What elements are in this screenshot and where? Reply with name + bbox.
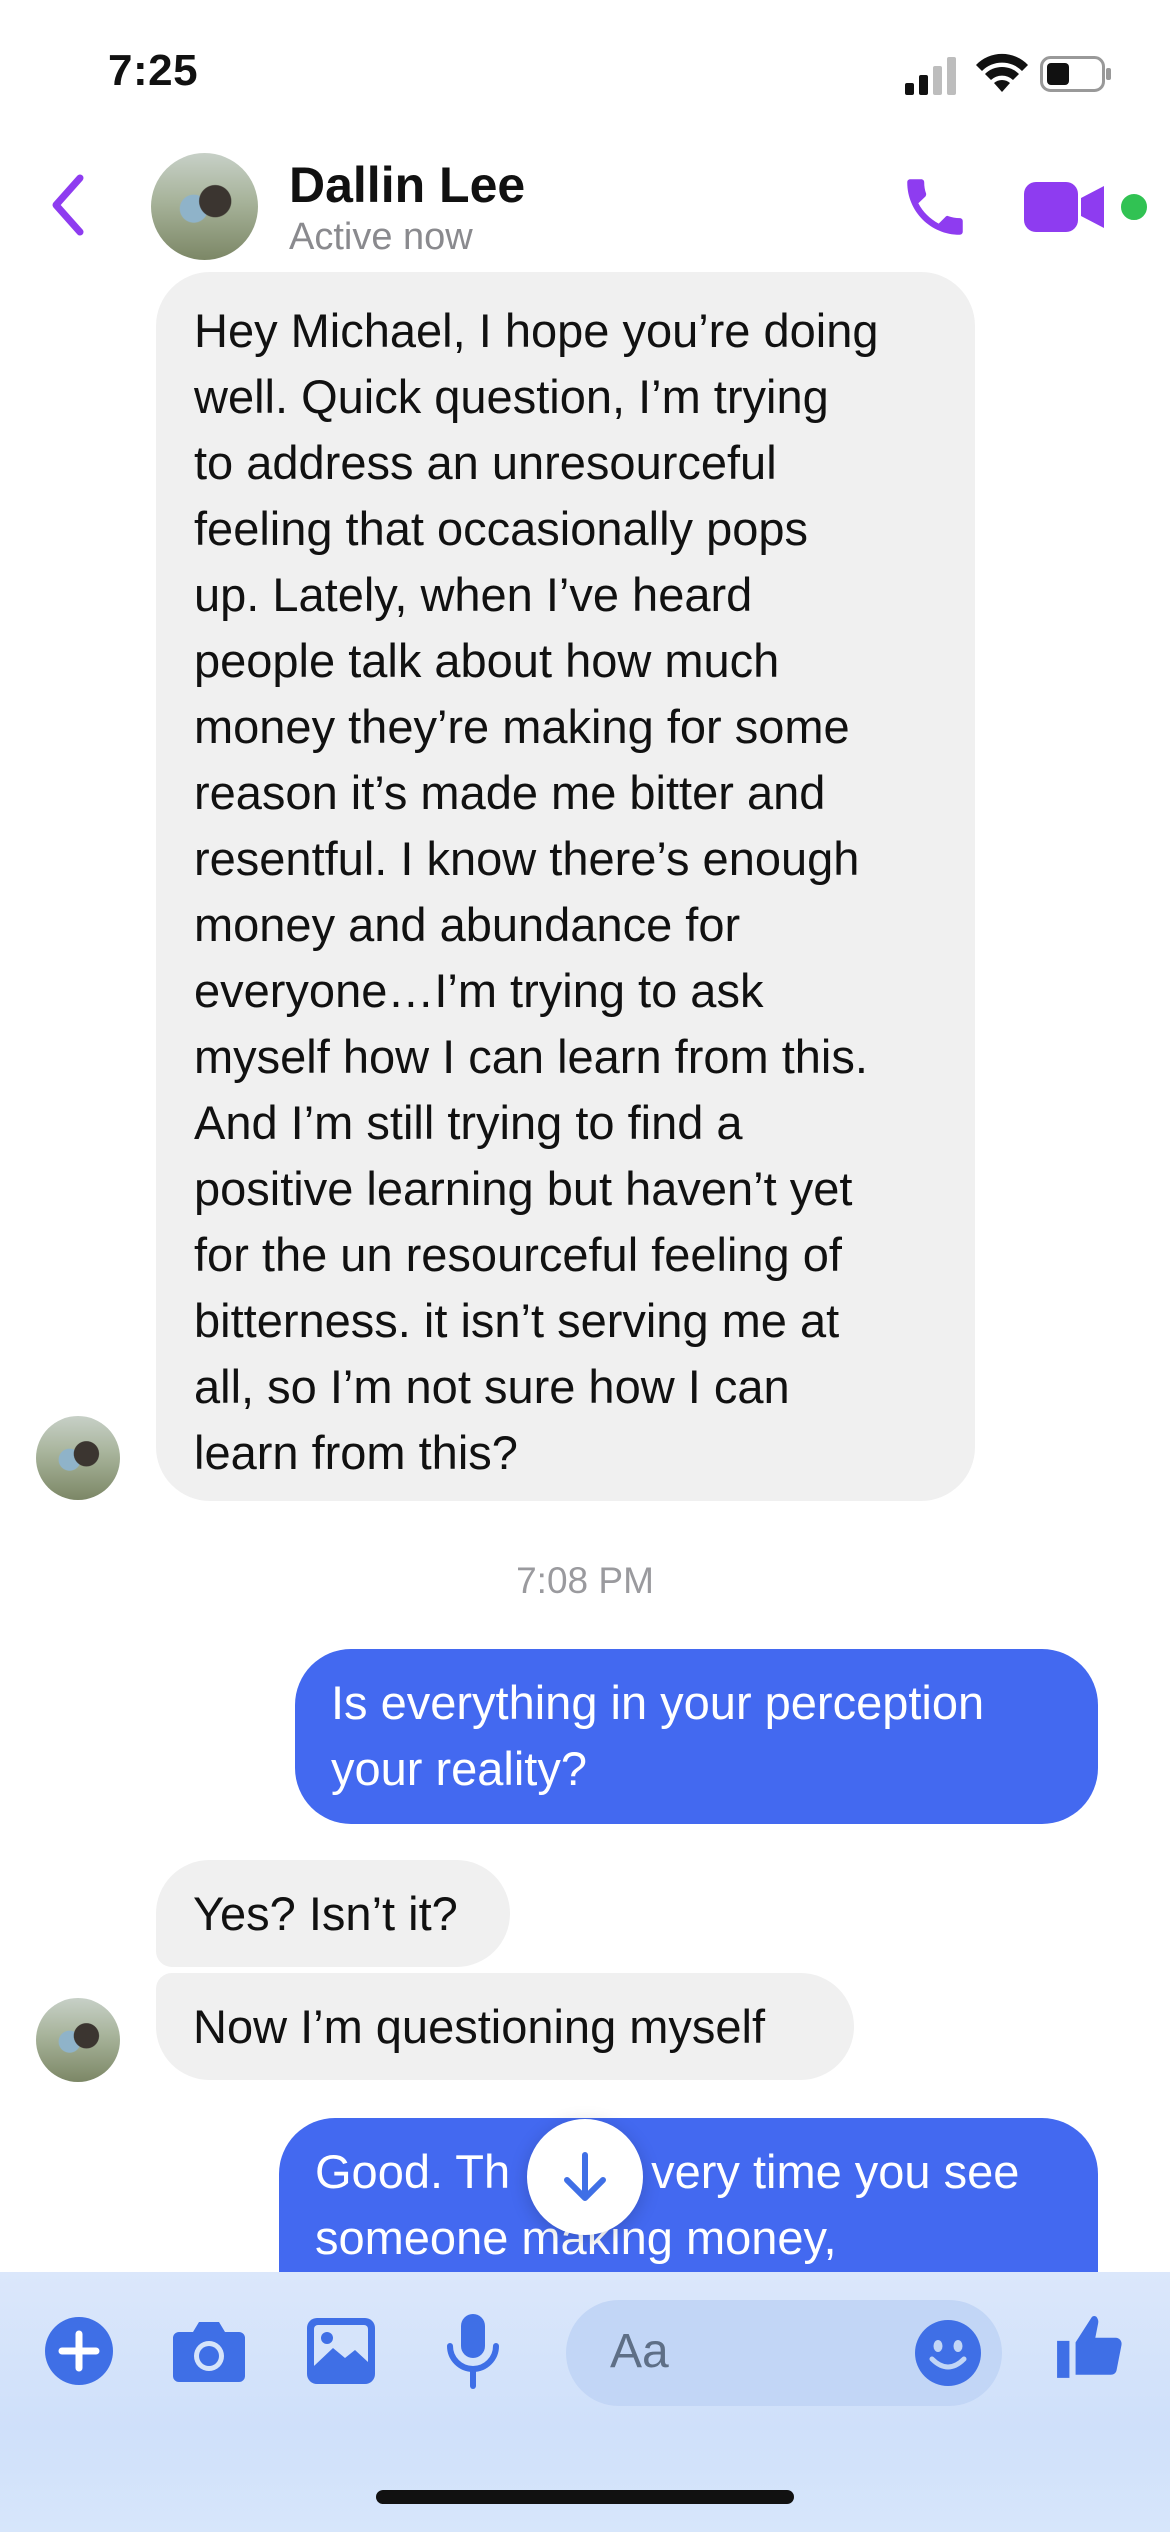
status-time: 7:25 xyxy=(108,46,199,95)
emoji-icon xyxy=(915,2320,981,2386)
back-button[interactable] xyxy=(44,170,94,240)
message-bubble-incoming[interactable]: Hey Michael, I hope you’re doing well. Q… xyxy=(156,272,975,1501)
active-status: Active now xyxy=(289,216,473,258)
active-dot xyxy=(1117,190,1151,224)
mic-icon xyxy=(447,2314,499,2389)
emoji-button[interactable] xyxy=(914,2319,982,2387)
camera-button[interactable] xyxy=(171,2318,247,2384)
message-bubble-outgoing[interactable]: Is everything in your perception your re… xyxy=(295,1649,1098,1824)
gallery-icon xyxy=(307,2318,375,2384)
message-bubble-incoming[interactable]: Yes? Isn’t it? xyxy=(156,1860,510,1967)
message-timestamp: 7:08 PM xyxy=(516,1560,654,1601)
arrow-down-icon xyxy=(564,2152,606,2201)
battery-icon xyxy=(1040,56,1112,92)
scroll-to-bottom-button[interactable] xyxy=(527,2119,643,2235)
message-bubble-incoming[interactable]: Now I’m questioning myself xyxy=(156,1973,854,2080)
camera-icon xyxy=(173,2322,245,2382)
signal-icon xyxy=(905,55,957,95)
call-button[interactable] xyxy=(898,170,972,244)
message-avatar xyxy=(36,1416,120,1500)
video-call-button[interactable] xyxy=(1024,180,1106,234)
phone-icon xyxy=(907,179,963,235)
contact-name[interactable]: Dallin Lee xyxy=(289,156,525,214)
back-arrow-icon xyxy=(52,174,84,236)
more-actions-button[interactable] xyxy=(44,2316,114,2386)
home-indicator xyxy=(376,2490,794,2504)
plus-icon xyxy=(45,2317,113,2385)
thumbs-up-icon xyxy=(1057,2316,1122,2378)
voice-message-button[interactable] xyxy=(444,2312,502,2390)
message-avatar xyxy=(36,1998,120,2082)
avatar[interactable] xyxy=(151,153,258,260)
gallery-button[interactable] xyxy=(305,2316,377,2386)
wifi-icon xyxy=(975,52,1029,94)
message-input-placeholder: Aa xyxy=(610,2325,669,2378)
video-icon xyxy=(1024,182,1104,232)
like-button[interactable] xyxy=(1054,2310,1128,2384)
